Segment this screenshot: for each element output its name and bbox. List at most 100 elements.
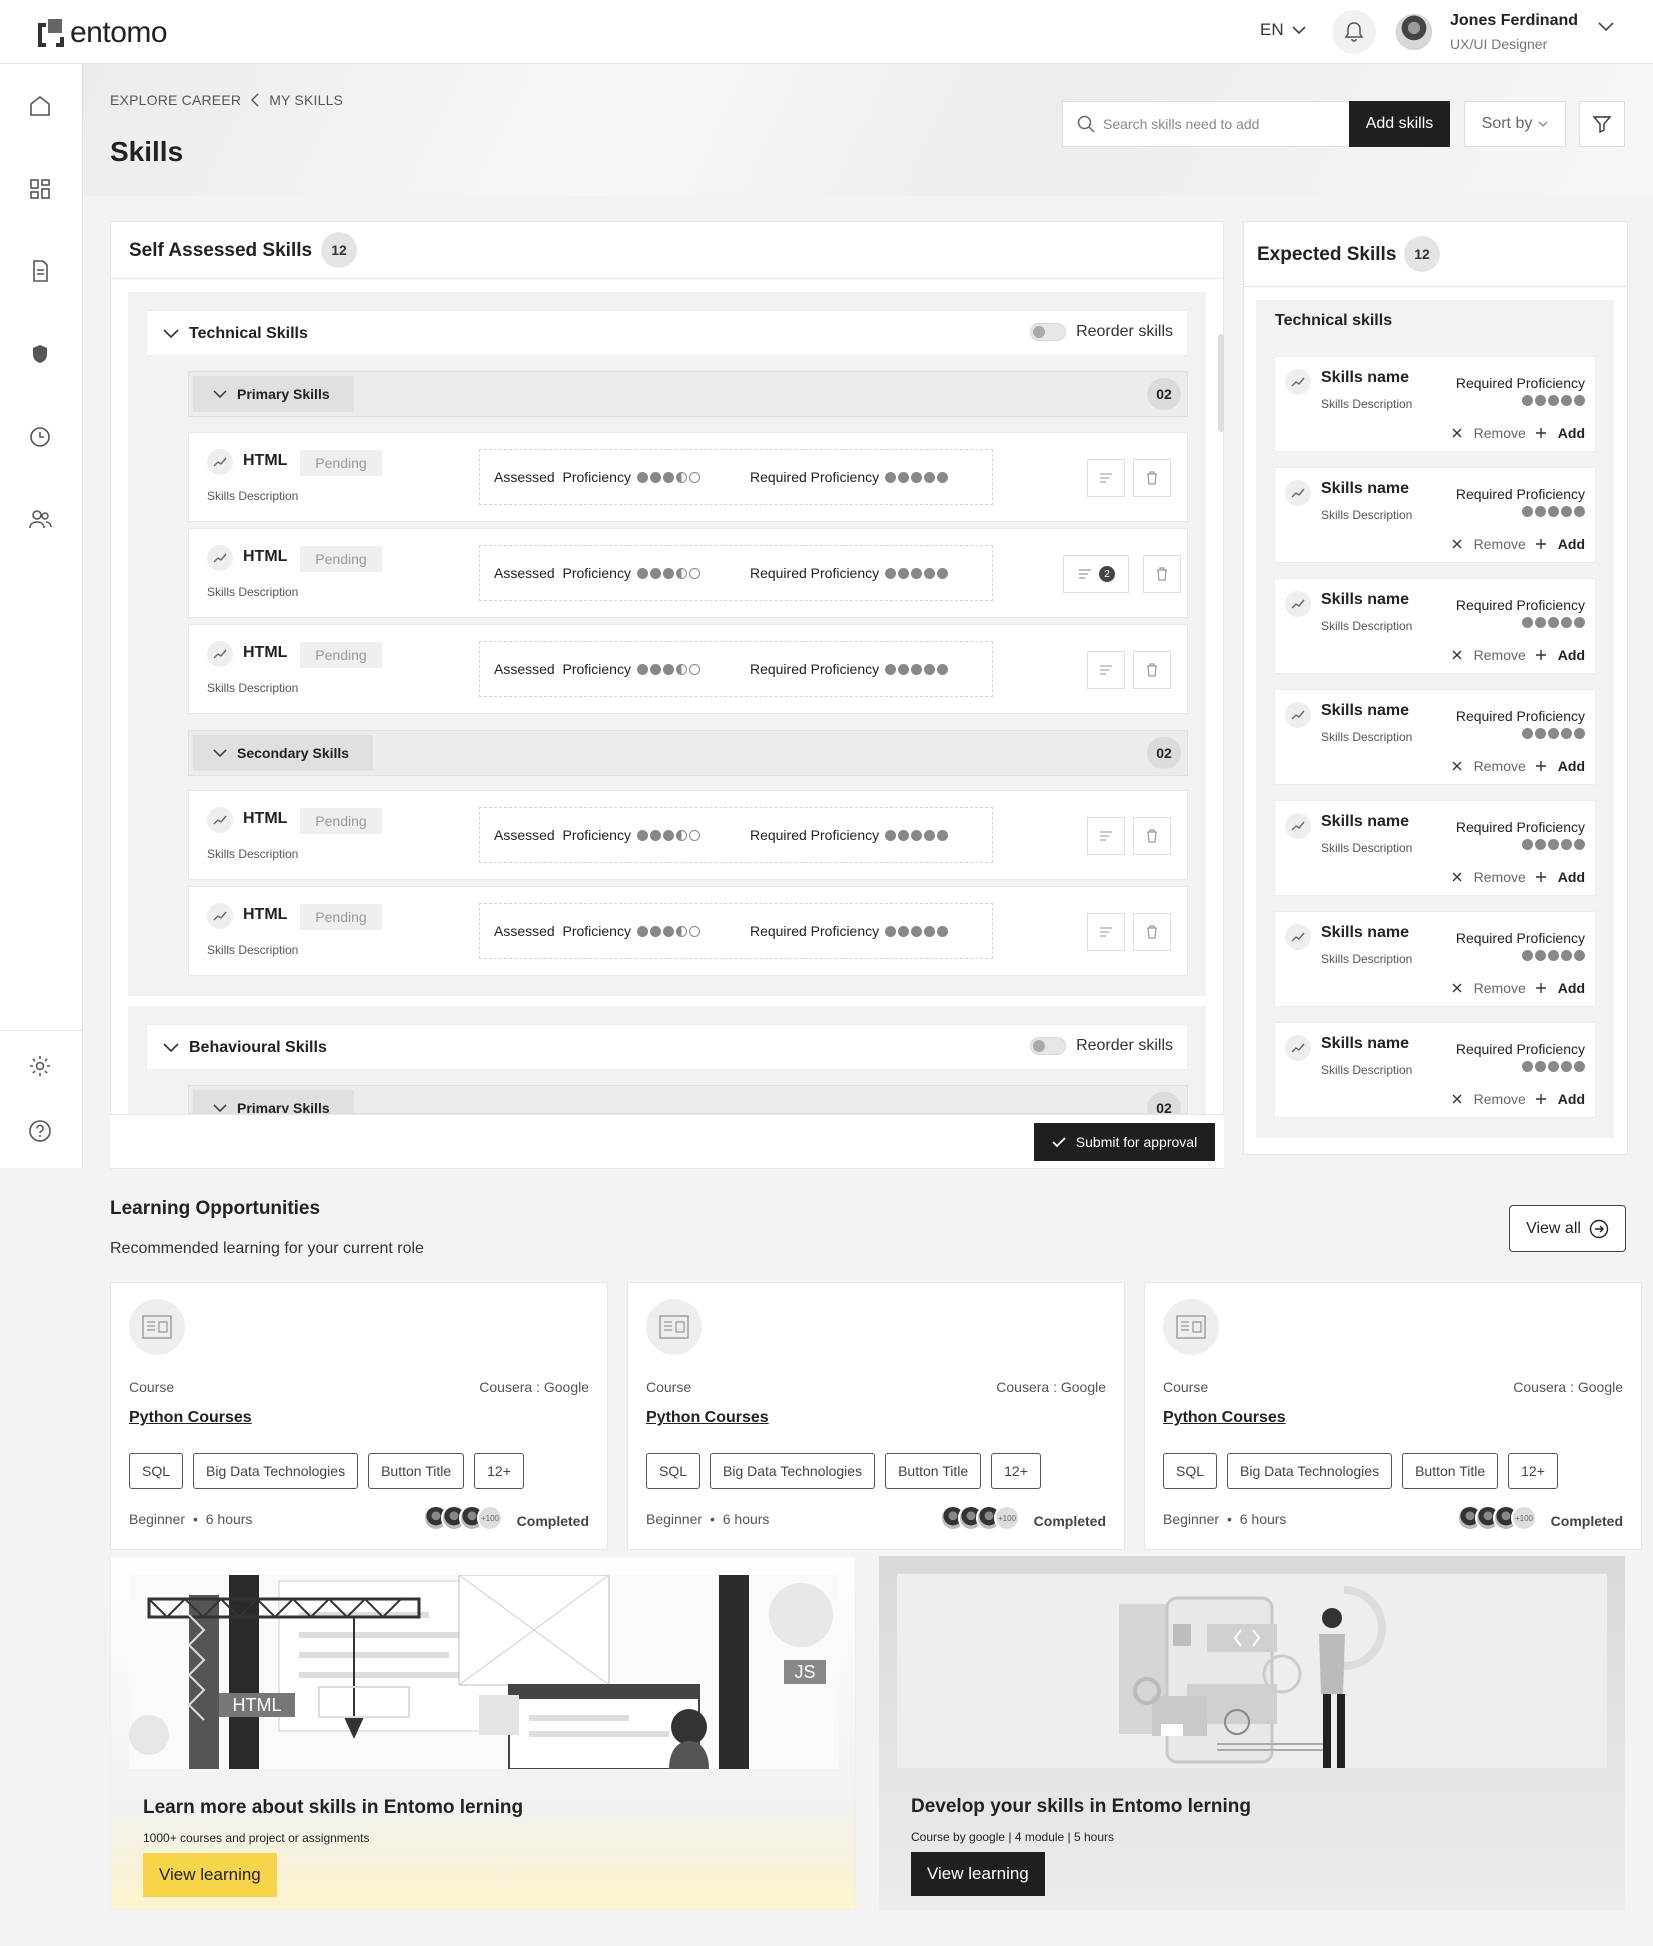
- people-icon[interactable]: [28, 507, 52, 531]
- document-icon[interactable]: [28, 259, 52, 283]
- course-title[interactable]: Python Courses: [129, 1409, 252, 1427]
- comment-button[interactable]: [1087, 913, 1125, 951]
- course-tag[interactable]: Big Data Technologies: [193, 1453, 359, 1489]
- course-tag[interactable]: Big Data Technologies: [1227, 1453, 1393, 1489]
- sort-label: Sort by: [1481, 115, 1533, 132]
- course-title[interactable]: Python Courses: [646, 1409, 769, 1427]
- required-proficiency-label: Required Proficiency: [749, 827, 880, 843]
- course-card[interactable]: Course Cousera : Google Python Courses SQL B…: [1144, 1282, 1642, 1550]
- course-meta: Beginner • 6 hours: [1163, 1511, 1287, 1527]
- sort-by-dropdown[interactable]: Sort by: [1464, 101, 1566, 147]
- help-icon[interactable]: [28, 1119, 52, 1143]
- add-button[interactable]: Add: [1535, 980, 1585, 996]
- add-button[interactable]: Add: [1535, 425, 1585, 441]
- course-tag[interactable]: Big Data Technologies: [710, 1453, 876, 1489]
- submit-for-approval-button[interactable]: Submit for approval: [1034, 1123, 1215, 1161]
- behavioural-skills-header[interactable]: Behavioural Skills Reorder skills: [146, 1024, 1188, 1070]
- delete-button[interactable]: [1133, 913, 1171, 951]
- remove-button[interactable]: Remove: [1452, 758, 1526, 774]
- banner-1-view-learning-button[interactable]: View learning: [143, 1853, 277, 1897]
- home-icon[interactable]: [28, 94, 52, 118]
- filter-button[interactable]: [1579, 101, 1625, 147]
- reorder-toggle[interactable]: Reorder skills: [1030, 1037, 1173, 1055]
- logo[interactable]: entomo: [36, 16, 168, 50]
- clock-icon[interactable]: [28, 425, 52, 449]
- assessed-proficiency-rating[interactable]: [636, 567, 700, 579]
- course-tag[interactable]: 12+: [1508, 1453, 1558, 1489]
- behavioural-primary-toggle[interactable]: Primary Skills: [193, 1090, 354, 1113]
- language-selector[interactable]: EN: [1260, 20, 1306, 40]
- course-tag[interactable]: SQL: [129, 1453, 184, 1489]
- plus-icon: [1535, 539, 1546, 549]
- search-input[interactable]: Search skills need to add: [1062, 101, 1350, 147]
- assessed-proficiency-rating[interactable]: [636, 471, 700, 483]
- course-tag[interactable]: Button Title: [368, 1453, 465, 1489]
- remove-button[interactable]: Remove: [1452, 536, 1526, 552]
- comment-button[interactable]: [1087, 459, 1125, 497]
- assessed-proficiency-rating[interactable]: [636, 663, 700, 675]
- assessed-proficiency-rating[interactable]: [636, 925, 700, 937]
- shield-icon[interactable]: [28, 342, 52, 366]
- breadcrumb-current: MY SKILLS: [269, 92, 344, 108]
- comments-button[interactable]: 2: [1063, 555, 1129, 593]
- course-tag[interactable]: Button Title: [1402, 1453, 1499, 1489]
- add-skills-button[interactable]: Add skills: [1349, 101, 1450, 147]
- remove-button[interactable]: Remove: [1452, 647, 1526, 663]
- course-title[interactable]: Python Courses: [1163, 1409, 1286, 1427]
- course-tag[interactable]: SQL: [1163, 1453, 1218, 1489]
- comment-icon: [1100, 927, 1112, 937]
- settings-icon[interactable]: [28, 1054, 52, 1078]
- chevron-down-icon[interactable]: [163, 1043, 179, 1053]
- course-card[interactable]: Course Cousera : Google Python Courses SQL B…: [110, 1282, 608, 1550]
- proficiency-dot: [911, 471, 923, 483]
- scrollbar[interactable]: [1218, 334, 1224, 432]
- remove-button[interactable]: Remove: [1452, 1091, 1526, 1107]
- assessed-proficiency-rating[interactable]: [636, 829, 700, 841]
- delete-button[interactable]: [1133, 817, 1171, 855]
- add-button[interactable]: Add: [1535, 647, 1585, 663]
- toggle-switch[interactable]: [1030, 323, 1067, 341]
- add-button[interactable]: Add: [1535, 758, 1585, 774]
- course-tag[interactable]: SQL: [646, 1453, 701, 1489]
- delete-button[interactable]: [1133, 459, 1171, 497]
- proficiency-dot: [885, 471, 897, 483]
- chevron-down-icon: [213, 748, 227, 757]
- remove-label: Remove: [1473, 869, 1526, 885]
- submit-label: Submit for approval: [1075, 1134, 1198, 1150]
- remove-button[interactable]: Remove: [1452, 980, 1526, 996]
- comment-button[interactable]: [1087, 817, 1125, 855]
- user-menu-chevron-icon[interactable]: [1598, 22, 1614, 32]
- expected-skill-card: Skills name Skills Description Required Pr…: [1274, 1022, 1596, 1118]
- primary-skills-toggle[interactable]: Primary Skills: [193, 376, 354, 412]
- technical-skills-header[interactable]: Technical Skills Reorder skills: [146, 310, 1188, 356]
- delete-button[interactable]: [1133, 651, 1171, 689]
- skill-description: Skills Description: [1321, 841, 1413, 855]
- dashboard-icon[interactable]: [28, 177, 52, 201]
- add-button[interactable]: Add: [1535, 1091, 1585, 1107]
- add-button[interactable]: Add: [1535, 536, 1585, 552]
- notification-button[interactable]: [1332, 10, 1376, 54]
- secondary-skills-toggle[interactable]: Secondary Skills: [193, 735, 374, 771]
- remove-label: Remove: [1473, 1091, 1526, 1107]
- remove-button[interactable]: Remove: [1452, 425, 1526, 441]
- breadcrumb-parent[interactable]: EXPLORE CAREER: [110, 92, 241, 108]
- remove-button[interactable]: Remove: [1452, 869, 1526, 885]
- course-tag[interactable]: 12+: [991, 1453, 1041, 1489]
- proficiency-dot: [1535, 839, 1546, 850]
- course-tag[interactable]: 12+: [474, 1453, 524, 1489]
- proficiency-dot: [1561, 839, 1572, 850]
- proficiency-dot: [1548, 1061, 1559, 1072]
- plus-icon: [1535, 428, 1546, 438]
- chevron-down-icon[interactable]: [163, 329, 179, 339]
- view-all-button[interactable]: View all: [1509, 1205, 1626, 1252]
- avatar[interactable]: [1396, 14, 1432, 50]
- course-card[interactable]: Course Cousera : Google Python Courses SQL B…: [627, 1282, 1125, 1550]
- skill-name: Skills name: [1321, 369, 1410, 386]
- delete-button[interactable]: [1143, 555, 1181, 593]
- banner-2-view-learning-button[interactable]: View learning: [911, 1852, 1045, 1896]
- course-tag[interactable]: Button Title: [885, 1453, 982, 1489]
- reorder-toggle[interactable]: Reorder skills: [1030, 323, 1173, 341]
- add-button[interactable]: Add: [1535, 869, 1585, 885]
- toggle-switch[interactable]: [1030, 1037, 1067, 1055]
- comment-button[interactable]: [1087, 651, 1125, 689]
